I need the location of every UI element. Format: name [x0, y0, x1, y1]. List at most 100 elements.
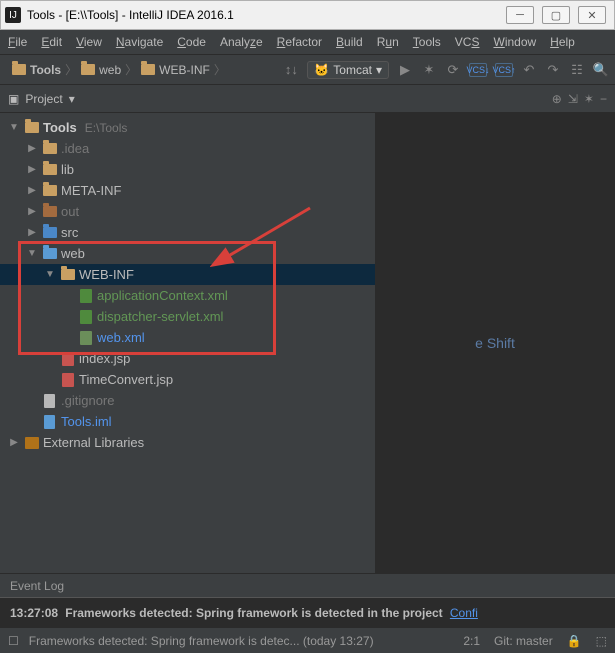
tree-label: Tools.iml	[61, 414, 112, 429]
menu-vcs[interactable]: VCS	[455, 35, 480, 49]
folder-icon	[42, 204, 57, 219]
jsp-file-icon	[60, 372, 75, 387]
tomcat-icon: 🐱	[314, 63, 329, 77]
console-time: 13:27:08	[10, 606, 58, 620]
structure-icon[interactable]: ☷	[569, 62, 585, 78]
menu-build[interactable]: Build	[336, 35, 363, 49]
tree-node-webinf[interactable]: WEB-INF	[0, 264, 375, 285]
scroll-to-source-icon[interactable]: ⊕	[552, 92, 562, 106]
window-titlebar: IJ Tools - [E:\\Tools] - IntelliJ IDEA 2…	[0, 0, 615, 30]
menu-refactor[interactable]: Refactor	[277, 35, 322, 49]
tree-node-appcontext[interactable]: applicationContext.xml	[0, 285, 375, 306]
tree-node-webxml[interactable]: web.xml	[0, 327, 375, 348]
maximize-button[interactable]: ▢	[542, 6, 570, 24]
tree-node-timeconvert[interactable]: TimeConvert.jsp	[0, 369, 375, 390]
spring-config-icon	[78, 309, 93, 324]
breadcrumb-root: Tools	[30, 63, 61, 77]
menu-navigate[interactable]: Navigate	[116, 35, 163, 49]
tree-node-toolsiml[interactable]: Tools.iml	[0, 411, 375, 432]
tree-node-metainf[interactable]: META-INF	[0, 180, 375, 201]
status-message: Frameworks detected: Spring framework is…	[29, 634, 374, 648]
menu-edit[interactable]: Edit	[41, 35, 62, 49]
folder-icon	[60, 267, 75, 282]
tree-label: .gitignore	[61, 393, 114, 408]
gear-icon[interactable]: ✶	[584, 92, 594, 106]
vcs-commit-icon[interactable]: VCS↑	[495, 63, 513, 77]
tree-label: WEB-INF	[79, 267, 134, 282]
tree-node-external-libraries[interactable]: External Libraries	[0, 432, 375, 453]
window-buttons: ─ ▢ ✕	[506, 6, 606, 24]
tree-label: External Libraries	[43, 435, 144, 450]
breadcrumb-webinf: WEB-INF	[159, 63, 210, 77]
tree-node-out[interactable]: out	[0, 201, 375, 222]
tree-node-web[interactable]: web	[0, 243, 375, 264]
menu-bar: File Edit View Navigate Code Analyze Ref…	[0, 30, 615, 55]
collapse-all-icon[interactable]: ⇲	[568, 92, 578, 106]
tree-label: index.jsp	[79, 351, 130, 366]
search-icon[interactable]: 🔍	[593, 62, 609, 78]
menu-help[interactable]: Help	[550, 35, 575, 49]
event-log-console[interactable]: 13:27:08 Frameworks detected: Spring fra…	[0, 597, 615, 627]
close-button[interactable]: ✕	[578, 6, 606, 24]
hide-icon[interactable]: −	[600, 92, 607, 106]
minimize-button[interactable]: ─	[506, 6, 534, 24]
menu-view[interactable]: View	[76, 35, 102, 49]
navigation-toolbar: Tools 〉 web 〉 WEB-INF 〉 ↕↓ 🐱 Tomcat ▾ ▶ …	[0, 55, 615, 85]
run-icon[interactable]: ▶	[397, 62, 413, 78]
iml-file-icon	[42, 414, 57, 429]
tree-root-path: E:\Tools	[85, 121, 128, 135]
chevron-down-icon: ▾	[376, 63, 382, 77]
menu-file[interactable]: File	[8, 35, 27, 49]
project-tree[interactable]: Tools E:\Tools .idea lib META-INF	[0, 113, 375, 573]
cursor-position[interactable]: 2:1	[463, 634, 480, 648]
build-icon[interactable]: ↕↓	[283, 62, 299, 78]
tree-label: web.xml	[97, 330, 145, 345]
tree-label: META-INF	[61, 183, 121, 198]
menu-run[interactable]: Run	[377, 35, 399, 49]
tree-node-gitignore[interactable]: .gitignore	[0, 390, 375, 411]
folder-icon	[42, 162, 57, 177]
status-icon[interactable]: ☐	[8, 634, 19, 648]
main-area: Tools E:\Tools .idea lib META-INF	[0, 113, 615, 573]
folder-icon	[12, 64, 26, 75]
forward-icon[interactable]: ↷	[545, 62, 561, 78]
tree-label: applicationContext.xml	[97, 288, 228, 303]
breadcrumb[interactable]: Tools 〉 web 〉 WEB-INF 〉	[6, 59, 232, 80]
git-branch[interactable]: Git: master	[494, 634, 553, 648]
inspection-icon[interactable]: ⬚	[596, 634, 607, 648]
run-config-label: Tomcat	[333, 63, 372, 77]
tree-node-idea[interactable]: .idea	[0, 138, 375, 159]
tree-node-src[interactable]: src	[0, 222, 375, 243]
tree-node-dispatcher[interactable]: dispatcher-servlet.xml	[0, 306, 375, 327]
jsp-file-icon	[60, 351, 75, 366]
tree-root[interactable]: Tools E:\Tools	[0, 117, 375, 138]
tree-label: lib	[61, 162, 74, 177]
vcs-update-icon[interactable]: VCS↓	[469, 63, 487, 77]
xml-file-icon	[78, 330, 93, 345]
console-configure-link[interactable]: Confi	[450, 606, 478, 620]
debug-icon[interactable]: ✶	[421, 62, 437, 78]
menu-analyze[interactable]: Analyze	[220, 35, 263, 49]
editor-hint: e Shift	[475, 335, 515, 351]
spring-config-icon	[78, 288, 93, 303]
event-log-header[interactable]: Event Log	[0, 573, 615, 597]
lock-icon[interactable]: 🔒	[567, 634, 582, 648]
project-view-title[interactable]: Project	[25, 92, 62, 106]
folder-icon	[81, 64, 95, 75]
back-icon[interactable]: ↶	[521, 62, 537, 78]
coverage-icon[interactable]: ⟳	[445, 62, 461, 78]
status-bar: ☐ Frameworks detected: Spring framework …	[0, 627, 615, 653]
tree-label: web	[61, 246, 85, 261]
run-config-selector[interactable]: 🐱 Tomcat ▾	[307, 61, 389, 79]
tree-root-label: Tools	[43, 120, 77, 135]
menu-window[interactable]: Window	[493, 35, 536, 49]
tree-label: dispatcher-servlet.xml	[97, 309, 223, 324]
folder-icon	[42, 141, 57, 156]
menu-tools[interactable]: Tools	[413, 35, 441, 49]
chevron-down-icon[interactable]: ▾	[69, 92, 75, 106]
tree-node-indexjsp[interactable]: index.jsp	[0, 348, 375, 369]
tree-node-lib[interactable]: lib	[0, 159, 375, 180]
menu-code[interactable]: Code	[177, 35, 206, 49]
console-msg: Frameworks detected: Spring framework is…	[65, 606, 442, 620]
folder-icon	[42, 183, 57, 198]
